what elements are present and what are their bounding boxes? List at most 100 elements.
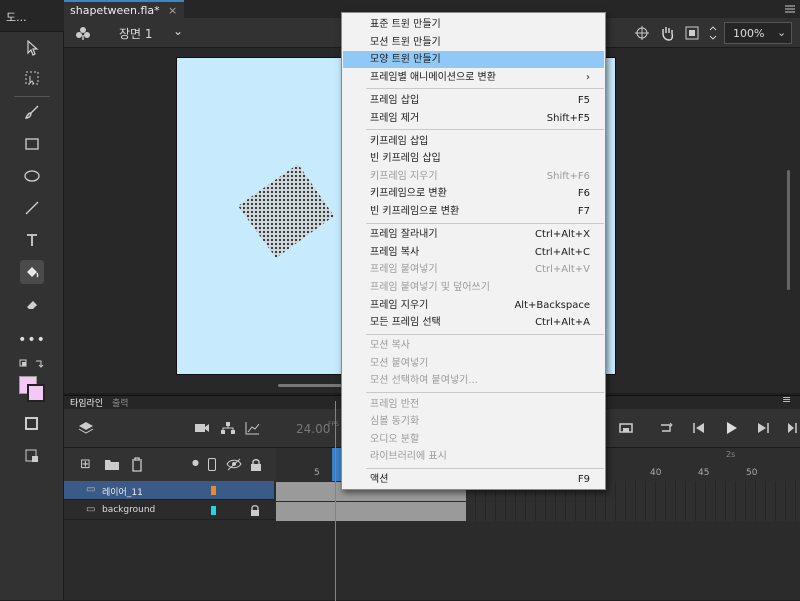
layer-list: ▭ 레이어_11 ▭ background xyxy=(64,401,800,601)
menu-item[interactable]: 모션 복사 xyxy=(343,337,604,354)
ellipsis-icon: ••• xyxy=(18,332,46,348)
submenu-chevron-icon: › xyxy=(586,71,590,83)
menu-item[interactable]: 모션 선택하여 붙여넣기... xyxy=(343,372,604,389)
menu-item[interactable]: 오디오 분할 xyxy=(343,431,604,448)
eye-icon[interactable] xyxy=(226,458,242,471)
menu-item-label: 액션 xyxy=(370,474,389,486)
zoom-dropdown[interactable]: 100% ⌄ xyxy=(724,22,792,44)
layers-icon[interactable] xyxy=(78,420,94,436)
panel-menu-icon[interactable]: ≡ xyxy=(782,393,791,406)
snap-toggle[interactable] xyxy=(20,444,44,468)
play-icon[interactable] xyxy=(724,421,738,435)
color-swatches[interactable] xyxy=(19,376,47,404)
menu-item[interactable]: 키프레임 지우기 Shift+F6 xyxy=(343,168,604,185)
menu-item[interactable]: 프레임 제거 Shift+F5 xyxy=(343,110,604,127)
free-transform-tool[interactable] xyxy=(20,66,44,90)
menu-item[interactable]: 프레임 삽입 F5 xyxy=(343,92,604,109)
panel-menu-icon[interactable] xyxy=(783,2,797,16)
more-tools-button[interactable]: ••• xyxy=(18,328,46,352)
document-tab[interactable]: shapetween.fla* × xyxy=(64,0,184,18)
menu-item-label: 프레임별 애니메이션으로 변환 xyxy=(370,71,496,83)
scene-label[interactable]: 장면 1 xyxy=(119,25,153,42)
object-drawing-toggle[interactable] xyxy=(20,412,44,436)
menu-item[interactable]: 모양 트윈 만들기 xyxy=(343,51,604,69)
chevron-down-icon[interactable]: ⌄ xyxy=(173,24,183,38)
close-icon[interactable]: × xyxy=(168,4,177,17)
menu-item[interactable]: 표준 트윈 만들기 xyxy=(343,16,604,33)
menu-item[interactable]: 빈 키프레임으로 변환 F7 xyxy=(343,203,604,220)
step-back-icon[interactable] xyxy=(692,421,706,435)
menu-item-label: 프레임 붙여넣기 xyxy=(370,264,438,276)
menu-item-label: 모션 복사 xyxy=(370,340,410,352)
outline-icon[interactable] xyxy=(208,458,216,471)
paint-bucket-tool[interactable] xyxy=(20,260,44,284)
eraser-tool[interactable] xyxy=(20,292,44,316)
hierarchy-icon[interactable] xyxy=(220,421,236,435)
menu-item[interactable]: 프레임 복사 Ctrl+Alt+C xyxy=(343,244,604,261)
trash-icon[interactable] xyxy=(130,457,144,472)
clip-stage-icon[interactable] xyxy=(684,25,700,41)
fps-value[interactable]: 24.00 xyxy=(296,422,330,436)
menu-item[interactable]: 프레임 반전 xyxy=(343,396,604,413)
oval-tool[interactable] xyxy=(20,164,44,188)
menu-item[interactable]: 프레임별 애니메이션으로 변환 › xyxy=(343,69,604,86)
layer-name[interactable]: background xyxy=(102,505,155,515)
shape-object[interactable] xyxy=(230,158,340,264)
transform-icon xyxy=(25,71,39,85)
menu-item-label: 모양 트윈 만들기 xyxy=(370,54,441,66)
new-layer-icon[interactable]: ⊞ xyxy=(80,457,91,472)
menu-item[interactable]: 모션 붙여넣기 xyxy=(343,355,604,372)
folder-icon[interactable] xyxy=(104,458,120,471)
loop-icon[interactable] xyxy=(658,421,674,435)
layer-row[interactable]: ▭ 레이어_11 xyxy=(64,481,274,500)
graph-icon[interactable] xyxy=(244,421,260,435)
eraser-icon xyxy=(27,301,37,309)
line-tool[interactable] xyxy=(20,196,44,220)
go-to-end-icon[interactable] xyxy=(786,421,800,435)
menu-separator xyxy=(366,392,604,393)
center-stage-icon[interactable] xyxy=(634,25,650,41)
lock-icon[interactable] xyxy=(250,458,262,471)
tab-output[interactable]: 출력 xyxy=(112,396,129,409)
menu-item[interactable]: 프레임 지우기 Alt+Backspace xyxy=(343,297,604,314)
menu-item-label: 키프레임으로 변환 xyxy=(370,188,447,200)
menu-item[interactable]: 액션 F9 xyxy=(343,471,604,488)
text-tool[interactable] xyxy=(20,228,44,252)
menu-item[interactable]: 빈 키프레임 삽입 xyxy=(343,150,604,167)
layer-row[interactable]: ▭ background xyxy=(64,501,274,520)
lock-icon[interactable] xyxy=(250,505,260,516)
highlight-dot-icon[interactable]: ● xyxy=(192,458,199,467)
menu-item[interactable]: 키프레임 삽입 xyxy=(343,133,604,150)
tab-timeline[interactable]: 타임라인 xyxy=(70,396,103,409)
menu-item[interactable]: 모션 트윈 만들기 xyxy=(343,34,604,51)
camera-icon[interactable] xyxy=(194,421,210,435)
layer-color-swatch[interactable] xyxy=(211,486,216,495)
rectangle-tool[interactable] xyxy=(20,132,44,156)
vertical-scrollbar[interactable] xyxy=(787,170,790,290)
menu-item[interactable]: 라이브러리에 표시 xyxy=(343,448,604,465)
hand-rotate-icon[interactable] xyxy=(658,24,676,42)
insert-frame-icon[interactable] xyxy=(618,421,634,435)
menu-item[interactable]: 프레임 잘라내기 Ctrl+Alt+X xyxy=(343,226,604,243)
brush-icon xyxy=(24,105,39,119)
fill-color-swatch[interactable] xyxy=(27,384,45,402)
horizontal-scrollbar[interactable] xyxy=(278,384,344,387)
menu-item[interactable]: 키프레임으로 변환 F6 xyxy=(343,185,604,202)
layer-color-swatch[interactable] xyxy=(211,506,216,515)
menu-item-label: 모션 붙여넣기 xyxy=(370,357,429,369)
zoom-stepper[interactable] xyxy=(708,23,718,43)
menu-item[interactable]: 프레임 붙여넣기 Ctrl+Alt+V xyxy=(343,261,604,278)
menu-item[interactable]: 심볼 동기화 xyxy=(343,413,604,430)
chevron-down-icon: ⌄ xyxy=(777,26,787,39)
menu-item[interactable]: 프레임 붙여넣기 및 덮어쓰기 xyxy=(343,279,604,296)
step-forward-icon[interactable] xyxy=(756,421,770,435)
brush-tool[interactable] xyxy=(20,100,44,124)
menu-item-label: 프레임 잘라내기 xyxy=(370,229,438,241)
menu-item-label: 키프레임 지우기 xyxy=(370,170,438,182)
menu-item[interactable]: 모든 프레임 선택 Ctrl+Alt+A xyxy=(343,314,604,331)
swap-colors-controls[interactable] xyxy=(19,358,45,370)
scene-icon[interactable] xyxy=(74,25,92,41)
layer-name[interactable]: 레이어_11 xyxy=(102,485,143,498)
selection-tool[interactable] xyxy=(20,36,44,60)
layer-frames[interactable] xyxy=(276,502,466,521)
